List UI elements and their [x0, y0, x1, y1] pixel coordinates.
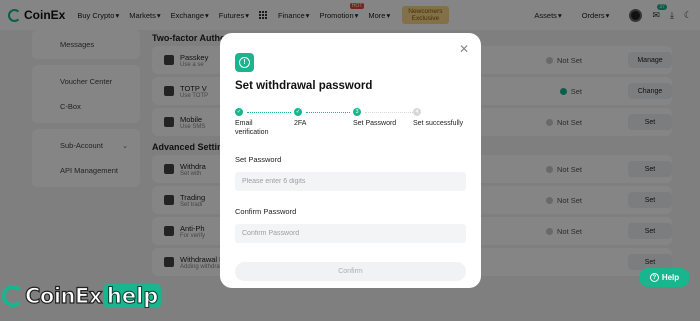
alert-icon: ! — [235, 53, 254, 72]
question-icon: ? — [649, 273, 659, 282]
step-label: Set Password — [353, 120, 397, 127]
confirm-password-input[interactable] — [235, 224, 466, 243]
step-set-successfully: 4 Set successfully — [413, 108, 463, 128]
step-check-icon: ✓ — [235, 108, 243, 116]
step-label: Set successfully — [413, 120, 464, 127]
help-button[interactable]: ? Help — [639, 268, 690, 287]
set-password-label: Set Password — [235, 155, 282, 164]
withdrawal-password-modal: ✕ ! Set withdrawal password ✓ Email veri… — [220, 33, 481, 288]
step-connector — [306, 111, 350, 113]
step-number: 4 — [413, 108, 421, 116]
modal-title: Set withdrawal password — [235, 80, 373, 92]
watermark-brand: CoinEx — [24, 283, 103, 308]
step-label: 2FA — [294, 120, 307, 127]
step-check-icon: ✓ — [294, 108, 302, 116]
coinex-logo-icon — [2, 285, 24, 307]
step-email-verification: ✓ Email verification — [235, 108, 279, 137]
step-set-password: 3 Set Password — [353, 108, 396, 128]
watermark-suffix: help — [103, 284, 162, 309]
help-label: Help — [661, 273, 680, 282]
set-password-input[interactable] — [235, 172, 466, 191]
step-number: 3 — [353, 108, 361, 116]
confirm-password-label: Confirm Password — [235, 207, 297, 216]
step-2fa: ✓ 2FA — [294, 108, 306, 128]
confirm-button[interactable]: Confirm — [235, 262, 466, 281]
close-icon[interactable]: ✕ — [459, 43, 469, 55]
step-label: Email verification — [235, 120, 269, 136]
stepper: ✓ Email verification ✓ 2FA 3 Set Passwor… — [235, 108, 466, 136]
coinexhelp-watermark: CoinEx help — [2, 283, 162, 309]
